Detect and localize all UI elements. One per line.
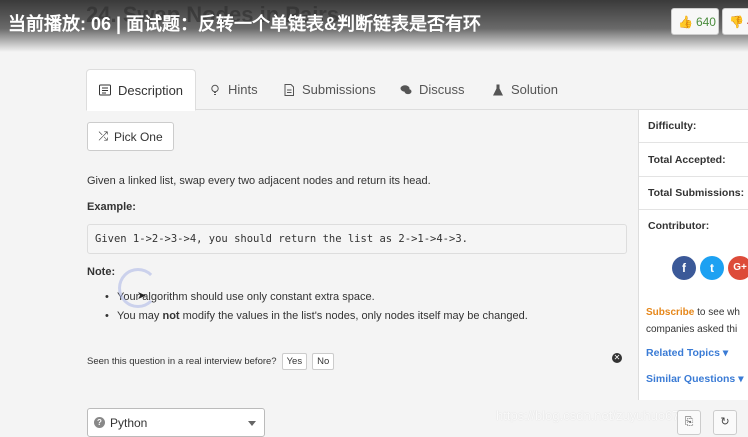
- problem-description: Given a linked list, swap every two adja…: [87, 175, 431, 187]
- difficulty-label: Difficulty:: [639, 110, 748, 143]
- list-icon: [99, 84, 111, 96]
- subscribe-link[interactable]: Subscribe: [646, 307, 694, 318]
- refresh-icon: ↻: [720, 416, 730, 428]
- tab-solution[interactable]: Solution: [492, 69, 558, 110]
- tab-discuss[interactable]: Discuss: [400, 69, 465, 110]
- facebook-icon: f: [682, 261, 686, 275]
- pick-one-button[interactable]: ⤮ Pick One: [87, 122, 174, 151]
- total-accepted-label: Total Accepted:: [639, 144, 748, 177]
- mouse-cursor-icon: ➤: [137, 290, 147, 302]
- facebook-share-button[interactable]: f: [672, 256, 696, 280]
- upvote-count: 640: [695, 14, 716, 29]
- file-code-icon: ⎘: [684, 416, 694, 428]
- tab-hints[interactable]: Hints: [209, 69, 258, 110]
- google-share-button[interactable]: G+: [728, 256, 748, 280]
- note-item: Your algorithm should use only constant …: [105, 291, 528, 310]
- tab-label: Submissions: [302, 82, 376, 97]
- interview-yes-button[interactable]: Yes: [281, 353, 308, 370]
- chevron-down-icon: [248, 421, 256, 426]
- language-select[interactable]: ? Python: [87, 408, 265, 437]
- interview-no-button[interactable]: No: [312, 353, 335, 370]
- lightbulb-icon: [211, 84, 219, 95]
- upvote-button[interactable]: 👍 640: [671, 8, 719, 35]
- interview-question: Seen this question in a real interview b…: [87, 356, 277, 367]
- companies-text: companies asked thi: [646, 324, 738, 335]
- note-text-post: modify the values in the list's nodes, o…: [179, 310, 528, 322]
- loading-spinner: [118, 268, 158, 308]
- example-code-block: Given 1->2->3->4, you should return the …: [87, 224, 627, 254]
- interview-prompt: Seen this question in a real interview b…: [87, 353, 335, 370]
- twitter-share-button[interactable]: t: [700, 256, 724, 280]
- reset-button[interactable]: ↻: [713, 410, 737, 435]
- notes-list: Your algorithm should use only constant …: [105, 291, 528, 329]
- problem-tabs: Description Hints Submissions Discuss So…: [86, 69, 748, 111]
- help-icon: ?: [94, 417, 105, 428]
- google-plus-icon: G+: [733, 262, 747, 273]
- tab-label: Hints: [228, 82, 258, 97]
- code-file-button[interactable]: ⎘: [677, 410, 701, 435]
- close-icon[interactable]: ✕: [612, 353, 622, 363]
- tab-label: Discuss: [419, 82, 465, 97]
- note-text-pre: You may: [117, 310, 163, 322]
- tab-description[interactable]: Description: [86, 69, 197, 111]
- twitter-icon: t: [710, 261, 714, 275]
- tab-label: Solution: [511, 82, 558, 97]
- related-topics-link[interactable]: Related Topics ▾: [646, 347, 728, 359]
- contributor-label: Contributor:: [648, 220, 710, 232]
- pick-one-label: Pick One: [113, 129, 163, 144]
- total-submissions-label: Total Submissions:: [639, 177, 748, 210]
- example-heading: Example:: [87, 201, 136, 213]
- comments-icon: [400, 84, 412, 94]
- tab-label: Description: [118, 82, 184, 98]
- file-icon: [284, 83, 294, 96]
- note-text-bold: not: [162, 310, 180, 322]
- subscribe-rest: to see wh: [694, 307, 740, 318]
- flask-icon: [493, 84, 503, 95]
- watermark: https://blog.csdn.net/zuyuhuo6777: [496, 408, 695, 423]
- note-item: You may not modify the values in the lis…: [105, 310, 528, 329]
- language-value: Python: [110, 415, 148, 430]
- downvote-button[interactable]: 👎 49: [722, 8, 748, 35]
- thumbs-down-icon: 👎: [729, 14, 744, 29]
- subscribe-text: Subscribe to see wh companies asked thi: [646, 304, 748, 338]
- tab-submissions[interactable]: Submissions: [283, 69, 376, 110]
- video-title: 当前播放: 06 | 面试题：反转一个单链表&判断链表是否有环: [8, 14, 482, 34]
- similar-questions-link[interactable]: Similar Questions ▾: [646, 373, 743, 385]
- note-heading: Note:: [87, 266, 116, 278]
- shuffle-icon: ⤮: [98, 129, 108, 143]
- thumbs-up-icon: 👍: [678, 14, 693, 29]
